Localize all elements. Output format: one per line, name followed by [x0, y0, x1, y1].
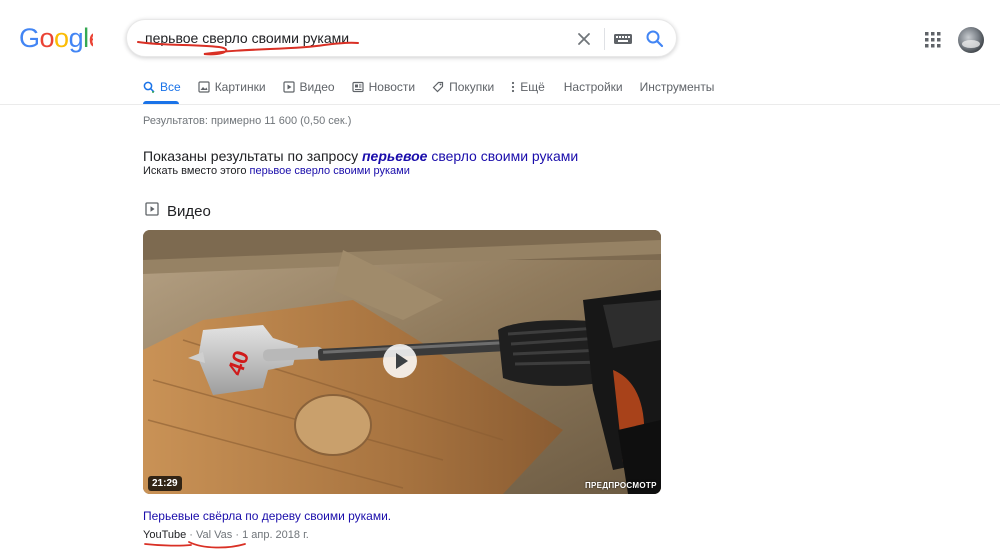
preview-label[interactable]: ПРЕДПРОСМОТР: [585, 481, 657, 490]
search-bar-divider: [604, 28, 605, 50]
close-icon[interactable]: [575, 30, 593, 53]
tab-label: Настройки: [563, 80, 623, 94]
tab-label: Инструменты: [639, 80, 715, 94]
corrected-rest: сверло своими руками: [427, 148, 579, 164]
spelling-correction: Показаны результаты по запросу перьевое …: [143, 148, 578, 164]
search-instead: Искать вместо этого перьвое сверло своим…: [143, 165, 410, 177]
avatar[interactable]: [958, 27, 984, 53]
news-icon: [352, 81, 364, 93]
image-icon: [198, 81, 210, 93]
more-vert-icon: [511, 81, 515, 93]
video-icon: [145, 202, 159, 220]
tab-news[interactable]: Новости: [352, 78, 415, 96]
svg-text:Google: Google: [19, 23, 93, 53]
video-section-heading: Видео: [145, 202, 211, 220]
spelling-prefix: Показаны результаты по запросу: [143, 148, 362, 164]
tab-all[interactable]: Все: [143, 78, 181, 96]
search-icon[interactable]: [645, 29, 665, 54]
tab-settings[interactable]: Настройки: [564, 78, 623, 96]
annotation-underline: [137, 41, 359, 56]
play-icon[interactable]: [382, 343, 418, 379]
search-icon: [143, 81, 155, 93]
result-stats: Результатов: примерно 11 600 (0,50 сек.): [143, 115, 352, 127]
google-logo[interactable]: Google: [19, 22, 93, 54]
tab-shopping[interactable]: Покупки: [432, 78, 494, 96]
corrected-word: перьевое: [362, 148, 428, 164]
tab-more[interactable]: Ещё: [511, 78, 545, 96]
tag-icon: [432, 81, 444, 93]
tab-label: Новости: [368, 80, 416, 94]
search-tabs: Все Картинки Видео Новости Покупки Ещё Н…: [143, 78, 731, 104]
tab-label: Картинки: [214, 80, 266, 94]
tab-tools[interactable]: Инструменты: [640, 78, 715, 96]
tab-label: Видео: [299, 80, 335, 94]
corrected-query-link[interactable]: перьевое сверло своими руками: [362, 148, 578, 164]
instead-prefix: Искать вместо этого: [143, 165, 250, 177]
video-icon: [282, 81, 295, 93]
tab-label: Покупки: [449, 80, 495, 94]
tab-images[interactable]: Картинки: [198, 78, 266, 96]
original-query-link[interactable]: перьвое сверло своими руками: [250, 165, 410, 177]
tab-videos[interactable]: Видео: [282, 78, 335, 96]
tab-label: Ещё: [520, 80, 545, 94]
header-divider: [0, 104, 1000, 105]
keyboard-icon[interactable]: [613, 32, 633, 51]
annotation-underline: [144, 541, 246, 549]
apps-grid-icon[interactable]: [925, 32, 941, 53]
tab-label: Все: [160, 80, 181, 94]
video-duration: 21:29: [148, 476, 182, 491]
video-title-link[interactable]: Перьевые свёрла по дереву своими руками.: [143, 509, 391, 523]
video-heading-text: Видео: [167, 202, 211, 220]
